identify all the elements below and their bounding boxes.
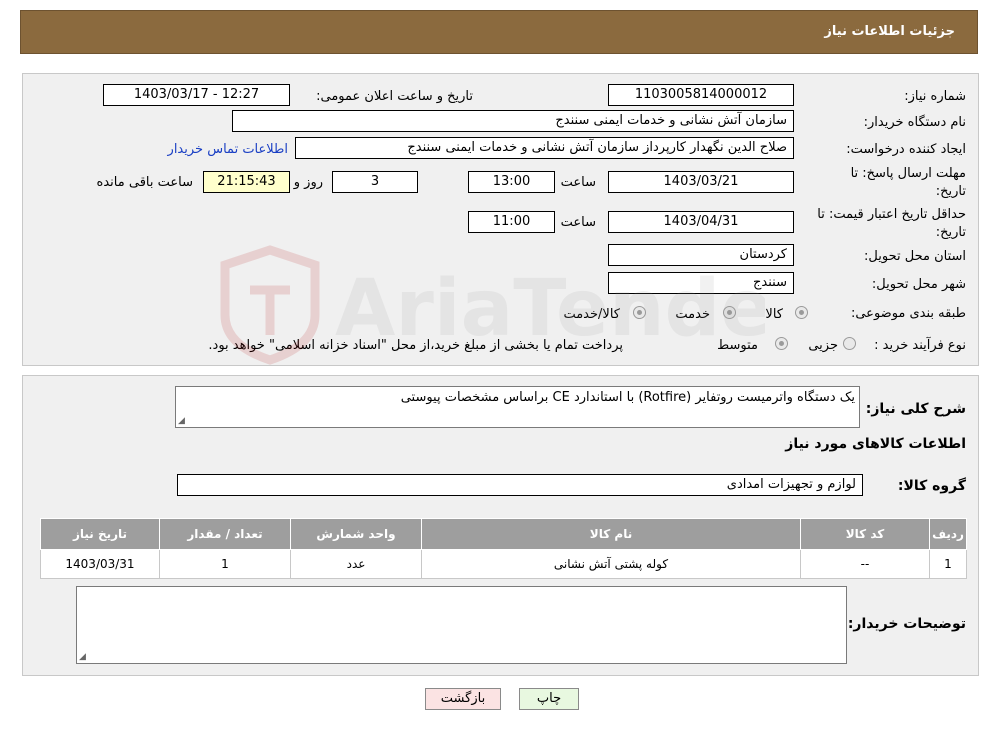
announce-datetime-field: 1403/03/17 - 12:27: [103, 84, 290, 106]
city-label: شهر محل تحویل:: [871, 277, 966, 292]
goods-group-field: لوازم و تجهیزات امدادی: [177, 474, 863, 496]
buyer-notes-textarea[interactable]: ◢: [76, 586, 847, 664]
print-button[interactable]: چاپ: [519, 688, 579, 710]
process-medium-radio[interactable]: [775, 337, 788, 350]
validity-hour-label: ساعت: [560, 215, 596, 230]
page-header: جزئیات اطلاعات نیاز: [20, 10, 978, 54]
process-minor-radio[interactable]: [843, 337, 856, 350]
deadline-date-field: 1403/03/21: [608, 171, 794, 193]
need-info-panel: شماره نیاز: 1103005814000012 تاریخ و ساع…: [22, 73, 979, 366]
process-medium-label: متوسط: [717, 338, 758, 353]
process-note: پرداخت تمام یا بخشی از مبلغ خرید،از محل …: [208, 338, 623, 353]
summary-text: یک دستگاه واترمیست روتفایر (Rotfire) با …: [400, 390, 855, 405]
remaining-time-field: 21:15:43: [203, 171, 290, 193]
buyer-notes-label: توضیحات خریدار:: [847, 616, 966, 632]
goods-table: ردیف کد کالا نام کالا واحد شمارش تعداد /…: [40, 518, 967, 579]
process-type-label: نوع فرآیند خرید :: [874, 338, 966, 353]
days-remaining-field: 3: [332, 171, 418, 193]
deadline-time-field: 13:00: [468, 171, 555, 193]
deadline-hour-label: ساعت: [560, 175, 596, 190]
province-label: استان محل تحویل:: [864, 249, 966, 264]
category-goods-radio[interactable]: [795, 306, 808, 319]
deadline-label-2: تاریخ:: [935, 184, 966, 199]
price-validity-label-2: تاریخ:: [935, 225, 966, 240]
price-validity-time-field: 11:00: [468, 211, 555, 233]
buyer-org-label: نام دستگاه خریدار:: [863, 115, 966, 130]
goods-info-title: اطلاعات کالاهای مورد نیاز: [785, 436, 966, 452]
col-row-number: ردیف: [929, 518, 967, 550]
need-number-field: 1103005814000012: [608, 84, 794, 106]
col-quantity: تعداد / مقدار: [159, 518, 291, 550]
buyer-contact-link[interactable]: اطلاعات تماس خریدار: [168, 142, 288, 157]
resize-grip-icon[interactable]: ◢: [79, 652, 86, 662]
goods-group-label: گروه کالا:: [897, 478, 966, 494]
table-header-row: ردیف کد کالا نام کالا واحد شمارش تعداد /…: [40, 518, 967, 550]
category-goods-service-radio[interactable]: [633, 306, 646, 319]
cell-need-date: 1403/03/31: [40, 549, 160, 579]
category-goods-service-label: کالا/خدمت: [563, 307, 620, 322]
col-goods-name: نام کالا: [421, 518, 801, 550]
table-row: 1 -- کوله پشتی آتش نشانی عدد 1 1403/03/3…: [40, 549, 967, 579]
process-minor-label: جزیی: [808, 338, 838, 353]
back-button[interactable]: بازگشت: [425, 688, 501, 710]
summary-label: شرح کلی نیاز:: [865, 401, 966, 417]
creator-field: صلاح الدین نگهدار کارپرداز سازمان آتش نش…: [295, 137, 794, 159]
col-goods-code: کد کالا: [800, 518, 930, 550]
province-field: کردستان: [608, 244, 794, 266]
col-need-date: تاریخ نیاز: [40, 518, 160, 550]
price-validity-date-field: 1403/04/31: [608, 211, 794, 233]
days-label: روز و: [293, 175, 323, 190]
cell-goods-name: کوله پشتی آتش نشانی: [421, 549, 801, 579]
cell-row-number: 1: [929, 549, 967, 579]
summary-textarea: یک دستگاه واترمیست روتفایر (Rotfire) با …: [175, 386, 860, 428]
category-service-radio[interactable]: [723, 306, 736, 319]
page-title: جزئیات اطلاعات نیاز: [824, 24, 955, 39]
price-validity-label: حداقل تاریخ اعتبار قیمت: تا: [817, 207, 966, 222]
category-label: طبقه بندی موضوعی:: [850, 306, 966, 321]
cell-unit: عدد: [290, 549, 422, 579]
category-goods-label: کالا: [765, 307, 783, 322]
remaining-label: ساعت باقی مانده: [96, 175, 193, 190]
need-number-label: شماره نیاز:: [904, 89, 966, 104]
creator-label: ایجاد کننده درخواست:: [846, 142, 966, 157]
category-service-label: خدمت: [675, 307, 710, 322]
col-unit: واحد شمارش: [290, 518, 422, 550]
resize-grip-icon[interactable]: ◢: [178, 416, 185, 426]
announce-datetime-label: تاریخ و ساعت اعلان عمومی:: [316, 89, 473, 104]
city-field: سنندج: [608, 272, 794, 294]
cell-goods-code: --: [800, 549, 930, 579]
deadline-label: مهلت ارسال پاسخ: تا: [850, 166, 966, 181]
buyer-org-field: سازمان آتش نشانی و خدمات ایمنی سنندج: [232, 110, 794, 132]
cell-quantity: 1: [159, 549, 291, 579]
